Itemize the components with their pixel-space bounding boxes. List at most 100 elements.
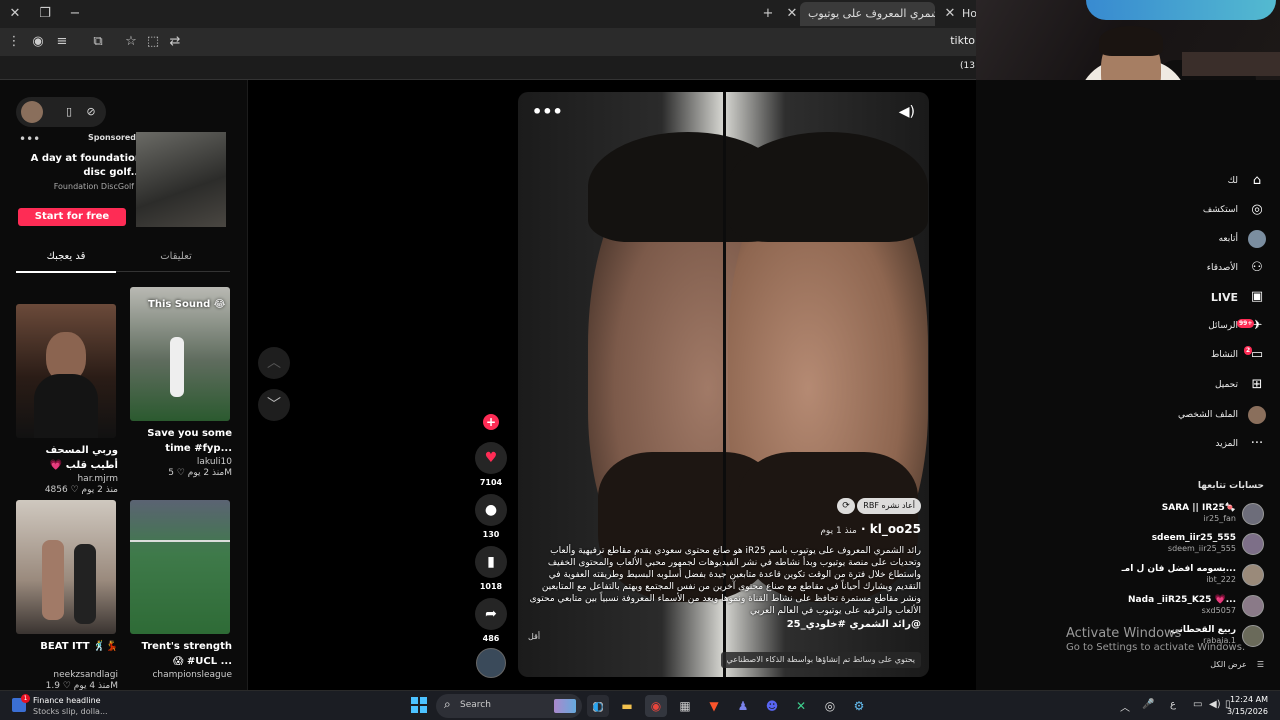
more-options-icon[interactable]: •••: [19, 132, 40, 146]
following-account[interactable]: SARA || IR25🍬 ir25_fan: [1064, 503, 1264, 525]
minimize-window-icon[interactable]: −: [65, 4, 85, 24]
menu-icon[interactable]: ⋮: [4, 32, 24, 52]
activity-badge: 2: [1244, 346, 1253, 355]
discord-icon[interactable]: ☻: [761, 695, 783, 717]
nav-following[interactable]: أتابعه: [1219, 228, 1266, 250]
new-tab-icon[interactable]: +: [758, 4, 778, 24]
video-author[interactable]: championsleague: [130, 670, 232, 680]
video-card[interactable]: وربي المسحف أطيب قلب 💗 مؤثري... har.mjrm…: [16, 304, 118, 495]
compass-icon[interactable]: ⊘: [82, 103, 100, 121]
xbox-icon[interactable]: ✕: [790, 695, 812, 717]
brave-icon[interactable]: ▼: [703, 695, 725, 717]
mobile-icon[interactable]: ▯: [60, 103, 78, 121]
nav-label: النشاط: [1210, 350, 1238, 360]
close-tab-icon[interactable]: ✕: [782, 4, 802, 24]
following-account[interactable]: بسومه افضل فان ل امـ... ibt_222: [1064, 564, 1264, 586]
nav-live[interactable]: LIVE ▣: [1211, 286, 1266, 308]
screenshot-icon[interactable]: ⬚: [143, 32, 163, 52]
store-icon[interactable]: ▦: [674, 695, 696, 717]
tab-you-may-like[interactable]: قد يعجبك: [16, 251, 116, 262]
news-widget[interactable]: 1 Finance headline Stocks slip, dolla...: [12, 694, 122, 718]
video-thumbnail[interactable]: This Sound 😂: [130, 287, 230, 421]
share-action[interactable]: ➦ 486: [474, 598, 508, 643]
previous-video-button[interactable]: ︿: [258, 347, 290, 379]
video-author[interactable]: منذ 1 يوم · kl_oo25: [820, 522, 921, 536]
nav-upload[interactable]: تحميل ⊞: [1215, 374, 1266, 396]
video-player[interactable]: ••• ◀) ⟳ RBF أعاد نشره منذ 1 يوم · kl_oo…: [518, 92, 929, 677]
windows-start-icon[interactable]: [411, 697, 427, 713]
restore-window-icon[interactable]: ❐: [35, 4, 55, 24]
following-account[interactable]: sdeem_iir25_555 sdeem_iir25_555: [1064, 533, 1264, 555]
video-thumbnail[interactable]: [16, 304, 116, 438]
see-all-link[interactable]: عرض الكل ☰: [1200, 660, 1264, 669]
repost-badge[interactable]: RBF أعاد نشره: [857, 498, 921, 514]
bookmark-icon[interactable]: ▮: [475, 546, 507, 578]
nav-label: الأصدقاء: [1206, 263, 1238, 273]
avatar[interactable]: [1242, 625, 1264, 647]
video-author[interactable]: har.mjrm: [16, 474, 118, 484]
video-author[interactable]: lakuli10: [130, 457, 232, 467]
video-author[interactable]: neekzsandlagi: [16, 670, 118, 680]
follow-plus-icon[interactable]: +: [483, 414, 499, 430]
comment-icon[interactable]: ●: [475, 494, 507, 526]
avatar[interactable]: [21, 101, 43, 123]
obs-icon[interactable]: ◎: [819, 695, 841, 717]
extensions-icon[interactable]: ⧉: [88, 32, 108, 52]
profile-icon[interactable]: ◉: [28, 32, 48, 52]
start-for-free-button[interactable]: Start for free: [18, 208, 126, 226]
avatar[interactable]: [1242, 564, 1264, 586]
chrome-icon[interactable]: ◉: [645, 695, 667, 717]
tab-active[interactable]: راند الشمري المعروف على يوتيوب: [800, 2, 935, 26]
file-explorer-icon[interactable]: ▬: [616, 695, 638, 717]
heart-icon[interactable]: ♥: [475, 442, 507, 474]
bookmark-item[interactable]: (13: [960, 61, 975, 71]
microphone-icon[interactable]: 🎤: [1142, 699, 1154, 710]
chevron-up-icon[interactable]: ︿: [1120, 699, 1130, 714]
edge-icon[interactable]: ◐: [587, 695, 609, 717]
avatar[interactable]: [1242, 533, 1264, 555]
ad-thumbnail[interactable]: [136, 132, 226, 227]
tab-inactive[interactable]: Hon: [954, 2, 978, 26]
video-card[interactable]: This Sound 😂 Save you some time #fyp... …: [130, 287, 232, 478]
video-card[interactable]: BEAT ITT 🕺💃 neekzsandlagi منذ 4 يوم ♡ 1.…: [16, 500, 118, 691]
next-video-button[interactable]: ﹀: [258, 389, 290, 421]
star-icon[interactable]: ☆: [121, 32, 141, 52]
url-text[interactable]: tikto: [950, 34, 975, 47]
language-indicator[interactable]: ع: [1170, 699, 1176, 710]
avatar[interactable]: [1242, 503, 1264, 525]
like-action[interactable]: ♥ 7104: [474, 442, 508, 487]
video-card[interactable]: Trent's strength 😱 #UCL ... championslea…: [130, 500, 232, 680]
teams-icon[interactable]: ♟: [732, 695, 754, 717]
tab-comments[interactable]: تعليقات: [126, 251, 226, 262]
share-icon[interactable]: ➦: [475, 598, 507, 630]
video-thumbnail[interactable]: [16, 500, 116, 634]
nav-for-you[interactable]: لك ⌂: [1228, 170, 1266, 192]
volume-icon[interactable]: ◀): [1209, 699, 1221, 710]
system-clock[interactable]: 12:24 AM 3/15/2026: [1227, 694, 1268, 718]
person-figure: [34, 374, 98, 438]
translate-icon[interactable]: ⇄: [165, 32, 185, 52]
nav-more[interactable]: المزيد ···: [1215, 433, 1266, 455]
nav-profile[interactable]: الملف الشخصي: [1178, 404, 1266, 426]
more-options-icon[interactable]: •••: [532, 102, 563, 121]
show-less-button[interactable]: أقل: [528, 632, 540, 641]
network-icon[interactable]: ▭: [1193, 699, 1202, 710]
save-action[interactable]: ▮ 1018: [474, 546, 508, 591]
avatar[interactable]: [1242, 595, 1264, 617]
video-username[interactable]: kl_oo25: [870, 522, 921, 536]
playlist-icon[interactable]: ≡: [52, 32, 72, 52]
volume-icon[interactable]: ◀): [899, 104, 915, 120]
video-thumbnail[interactable]: [130, 500, 230, 634]
comment-action[interactable]: ● 130: [474, 494, 508, 539]
close-window-icon[interactable]: ✕: [5, 4, 25, 24]
account-handle: sxd5057: [1201, 606, 1236, 615]
nav-friends[interactable]: الأصدقاء ⚇: [1207, 257, 1266, 279]
video-hashtags[interactable]: @رائد الشمري #خلودي_25: [787, 619, 921, 630]
steam-icon[interactable]: ⚙: [848, 695, 870, 717]
sound-avatar[interactable]: [476, 648, 506, 678]
sponsored-ad[interactable]: ••• Sponsored A day at foundation disc g…: [14, 132, 232, 228]
nav-activity[interactable]: النشاط ▭: [1211, 344, 1266, 366]
following-account[interactable]: Nada _iiR25_K25 💗... sxd5057: [1064, 595, 1264, 617]
taskbar-search[interactable]: ⌕ Search: [436, 694, 582, 718]
nav-explore[interactable]: استكشف ◎: [1203, 199, 1266, 221]
